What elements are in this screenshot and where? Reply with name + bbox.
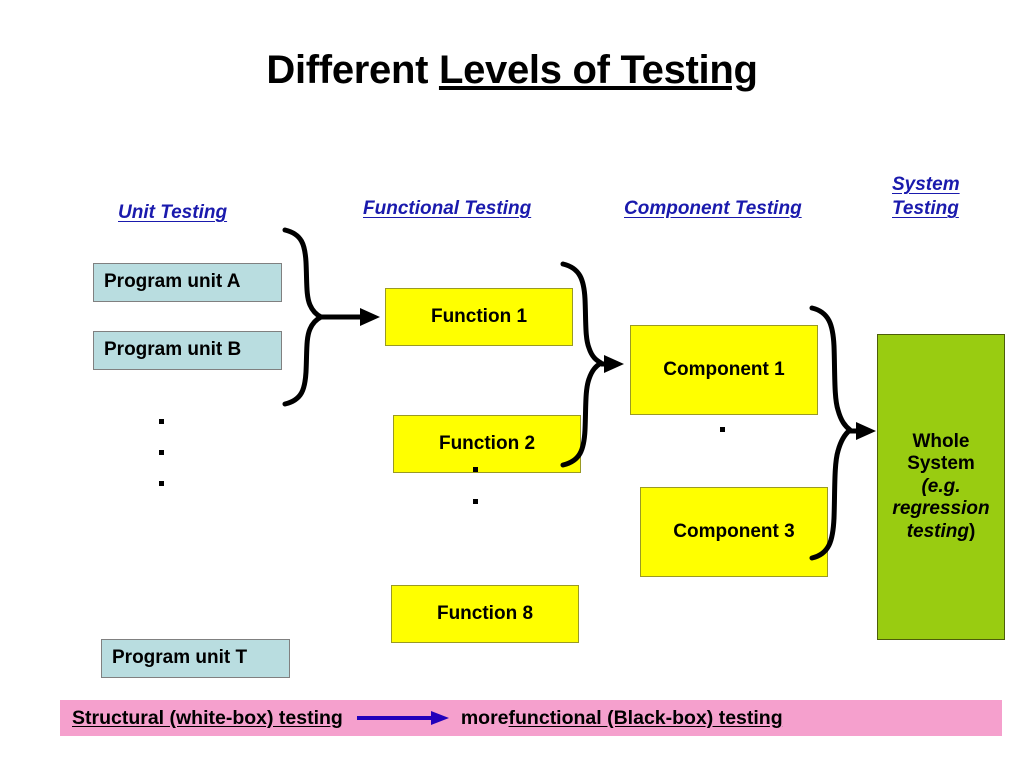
- function-ellipsis-dot-2: [473, 499, 478, 504]
- heading-unit-testing: Unit Testing: [118, 202, 228, 223]
- brace-unit-to-function: [282, 227, 324, 407]
- page-title-underlined: Levels of Testing: [438, 48, 758, 92]
- bottom-banner: Structural (white-box) testing more func…: [60, 700, 1002, 736]
- box-program-unit-b[interactable]: Program unit B: [93, 331, 282, 370]
- box-component-3[interactable]: Component 3: [640, 487, 828, 577]
- box-program-unit-t[interactable]: Program unit T: [101, 639, 290, 678]
- right-arrow-icon: [355, 709, 451, 727]
- system-line-6: ): [968, 520, 976, 542]
- page-title-plain: Different: [266, 48, 439, 92]
- system-line-2: System: [907, 453, 975, 475]
- arrow-component-to-system: [850, 422, 876, 440]
- heading-system-testing-line2: Testing: [892, 198, 959, 220]
- system-line-1: Whole: [912, 430, 970, 452]
- function-ellipsis-dot-1: [473, 467, 478, 472]
- system-line-3: (e.g.: [921, 475, 961, 497]
- box-function-8[interactable]: Function 8: [391, 585, 579, 643]
- system-line-5-wrap: testing): [907, 521, 976, 543]
- box-whole-system[interactable]: Whole System (e.g. regression testing): [877, 334, 1005, 640]
- heading-system-testing-line1: System: [892, 174, 960, 195]
- component-ellipsis-dot-1: [720, 427, 725, 432]
- banner-left-label: Structural (white-box) testing: [72, 706, 343, 729]
- system-line-5: testing: [906, 520, 969, 542]
- arrow-unit-to-function: [321, 308, 380, 326]
- unit-ellipsis-dot-2: [159, 450, 164, 455]
- banner-mid-label: more: [460, 706, 509, 729]
- banner-right-label: functional (Black-box) testing: [508, 706, 783, 729]
- unit-ellipsis-dot-1: [159, 419, 164, 424]
- heading-system-testing: System Testing: [892, 173, 992, 222]
- arrow-function-to-component: [601, 355, 624, 373]
- unit-ellipsis-dot-3: [159, 481, 164, 486]
- heading-functional-testing: Functional Testing: [363, 198, 532, 219]
- box-function-1[interactable]: Function 1: [385, 288, 573, 346]
- box-program-unit-a[interactable]: Program unit A: [93, 263, 282, 302]
- heading-component-testing: Component Testing: [624, 198, 802, 219]
- slide-canvas: Different Levels of Testing Unit Testing…: [0, 0, 1024, 768]
- page-title: Different Levels of Testing: [0, 48, 1024, 93]
- system-line-4: regression: [892, 498, 990, 520]
- box-function-2[interactable]: Function 2: [393, 415, 581, 473]
- box-component-1[interactable]: Component 1: [630, 325, 818, 415]
